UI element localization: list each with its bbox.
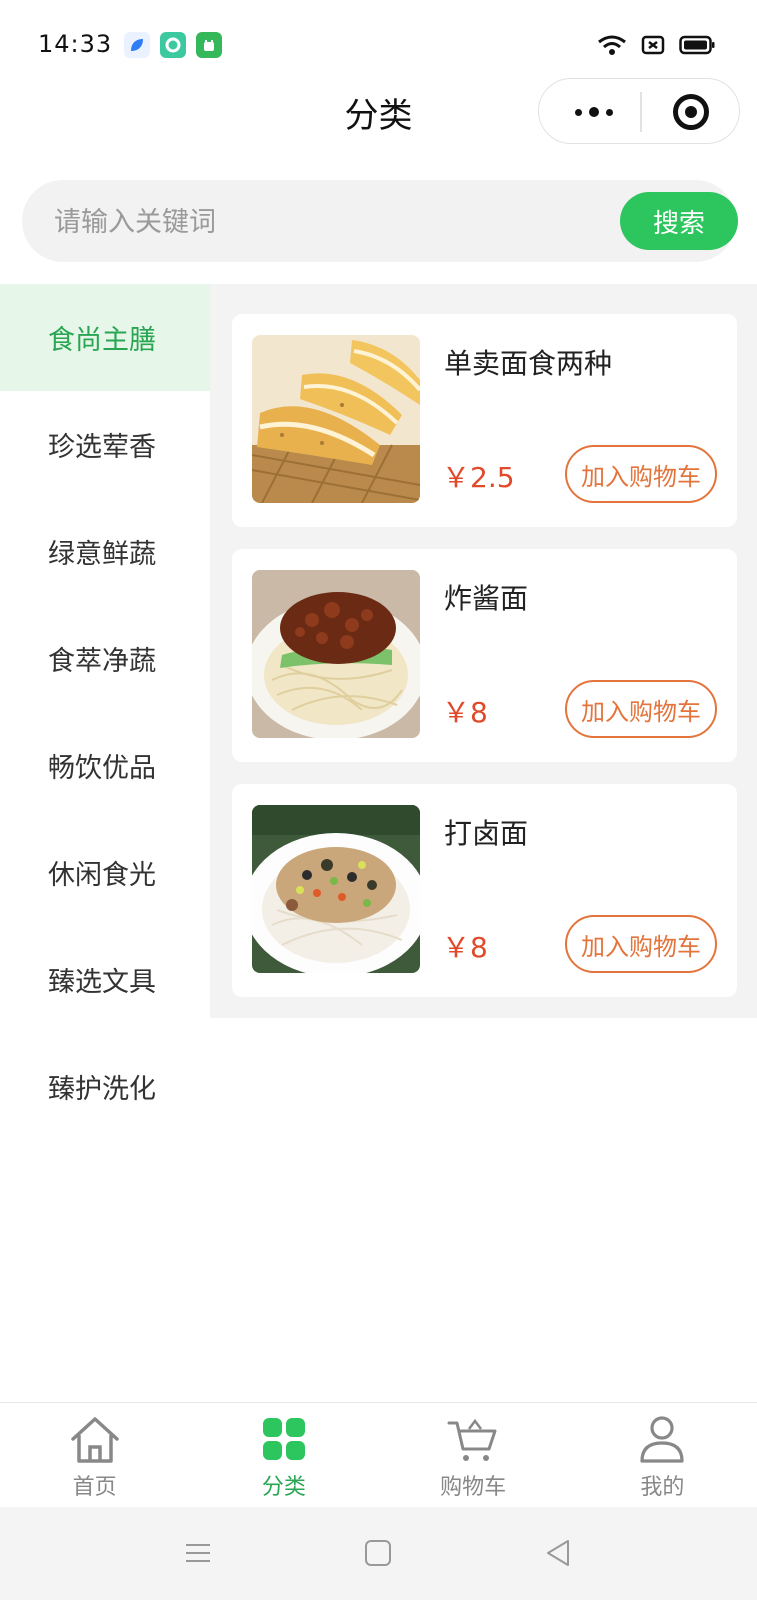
capsule-divider — [640, 92, 642, 132]
product-card[interactable]: 炸酱面 ￥8 加入购物车 — [232, 549, 737, 762]
tab-label: 分类 — [261, 1475, 306, 1500]
back-icon[interactable] — [542, 1537, 574, 1569]
close-target-icon[interactable] — [673, 94, 709, 130]
search-bar: 搜索 — [22, 180, 738, 262]
sidebar-item-snacks[interactable]: 休闲食光 — [0, 819, 210, 926]
status-bar: 14:33 — [0, 0, 757, 90]
menu-icon[interactable] — [182, 1537, 214, 1569]
search-input[interactable] — [54, 202, 574, 242]
product-price: ￥2.5 — [442, 461, 515, 494]
cart-icon — [447, 1418, 497, 1461]
product-list: 单卖面食两种 ￥2.5 加入购物车 炸酱面 ￥8 加入购物车 打卤面 ￥8 加入… — [210, 284, 757, 1018]
status-time: 14:33 — [38, 30, 113, 58]
add-to-cart-button[interactable]: 加入购物车 — [565, 680, 717, 738]
mini-program-capsule — [538, 78, 740, 144]
sidebar-item-toiletries[interactable]: 臻护洗化 — [0, 1033, 210, 1140]
product-image-pancake — [252, 335, 420, 503]
tab-category[interactable]: 分类 — [189, 1403, 378, 1507]
category-sidebar: 食尚主膳 珍选荤香 绿意鲜蔬 食萃净蔬 畅饮优品 休闲食光 臻选文具 臻护洗化 — [0, 284, 210, 1140]
tab-home[interactable]: 首页 — [0, 1403, 189, 1507]
product-name: 炸酱面 — [444, 582, 529, 615]
sidebar-item-drinks[interactable]: 畅饮优品 — [0, 712, 210, 819]
product-name: 单卖面食两种 — [444, 347, 613, 380]
battery-icon — [679, 35, 715, 55]
product-price: ￥8 — [442, 696, 488, 729]
category-icon — [262, 1418, 305, 1460]
bottom-tab-bar: 首页 分类 购物车 我的 — [0, 1402, 757, 1507]
search-button[interactable]: 搜索 — [620, 192, 738, 250]
sidebar-item-staple[interactable]: 食尚主膳 — [0, 284, 210, 391]
product-image-dalumian — [252, 805, 420, 973]
tab-cart[interactable]: 购物车 — [379, 1403, 568, 1507]
user-icon — [640, 1416, 684, 1463]
sidebar-item-stationery[interactable]: 臻选文具 — [0, 926, 210, 1033]
sidebar-item-vegetables[interactable]: 绿意鲜蔬 — [0, 498, 210, 605]
home-square-icon[interactable] — [362, 1537, 394, 1569]
ring-app-icon — [160, 32, 186, 58]
add-to-cart-button[interactable]: 加入购物车 — [565, 915, 717, 973]
product-card[interactable]: 打卤面 ￥8 加入购物车 — [232, 784, 737, 997]
tab-label: 我的 — [640, 1475, 685, 1500]
product-price: ￥8 — [442, 931, 488, 964]
more-icon[interactable] — [569, 97, 619, 127]
wifi-icon — [598, 35, 626, 55]
product-name: 打卤面 — [444, 817, 529, 850]
status-indicators — [597, 34, 715, 56]
product-image-zhajiangmian — [252, 570, 420, 738]
status-app-icons — [124, 32, 222, 58]
product-card[interactable]: 单卖面食两种 ￥2.5 加入购物车 — [232, 314, 737, 527]
leaf-app-icon — [124, 32, 150, 58]
tab-mine[interactable]: 我的 — [568, 1403, 757, 1507]
tab-label: 购物车 — [440, 1475, 507, 1500]
tab-label: 首页 — [72, 1475, 117, 1500]
bag-app-icon — [196, 32, 222, 58]
add-to-cart-button[interactable]: 加入购物车 — [565, 445, 717, 503]
no-sim-icon — [641, 35, 665, 55]
sidebar-item-clean-veg[interactable]: 食萃净蔬 — [0, 605, 210, 712]
home-icon — [70, 1417, 119, 1463]
system-navigation-bar — [0, 1507, 757, 1600]
sidebar-item-meat[interactable]: 珍选荤香 — [0, 391, 210, 498]
